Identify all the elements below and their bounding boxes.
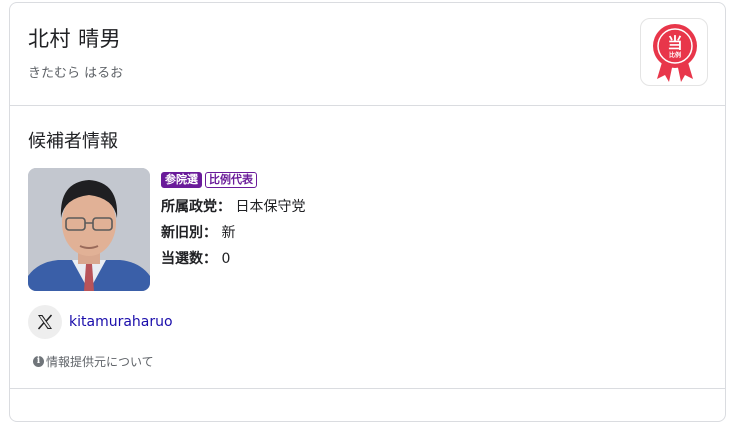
info-row-party: 所属政党： 日本保守党 (161, 196, 305, 216)
elected-badge: 当 比例 (640, 18, 708, 86)
source-label[interactable]: 情報提供元について (46, 353, 154, 370)
wins-label: 当選数： (161, 251, 217, 267)
divider (10, 105, 725, 106)
x-logo-icon (28, 305, 62, 339)
badge-main-text: 当 (667, 34, 682, 52)
x-handle[interactable]: kitamuraharuo (69, 314, 173, 330)
party-label: 所属政党： (161, 199, 231, 215)
wins-value: 0 (221, 251, 231, 267)
candidate-name: 北村 晴男 (28, 27, 122, 51)
badge-sub-text: 比例 (669, 51, 681, 59)
info-row-wins: 当選数： 0 (161, 248, 230, 268)
status-value: 新 (221, 225, 236, 241)
x-profile-link[interactable]: kitamuraharuo (28, 305, 173, 339)
candidate-card: 北村 晴男 きたむら はるお 当 比例 候補者情報 参院選 比例代表 所属政党：… (9, 2, 726, 422)
candidate-reading: きたむら はるお (28, 66, 124, 81)
candidate-photo (28, 168, 150, 291)
party-value: 日本保守党 (235, 199, 306, 215)
info-icon: i (33, 356, 44, 367)
source-info-link[interactable]: i 情報提供元について (33, 353, 154, 370)
rosette-icon: 当 比例 (653, 24, 697, 82)
divider (10, 388, 725, 389)
candidate-tags: 参院選 比例代表 (161, 172, 257, 188)
tag-district-type: 比例代表 (205, 172, 257, 188)
status-label: 新旧別： (161, 225, 217, 241)
section-title: 候補者情報 (28, 131, 118, 152)
info-row-status: 新旧別： 新 (161, 222, 235, 242)
tag-election-type: 参院選 (161, 172, 202, 188)
